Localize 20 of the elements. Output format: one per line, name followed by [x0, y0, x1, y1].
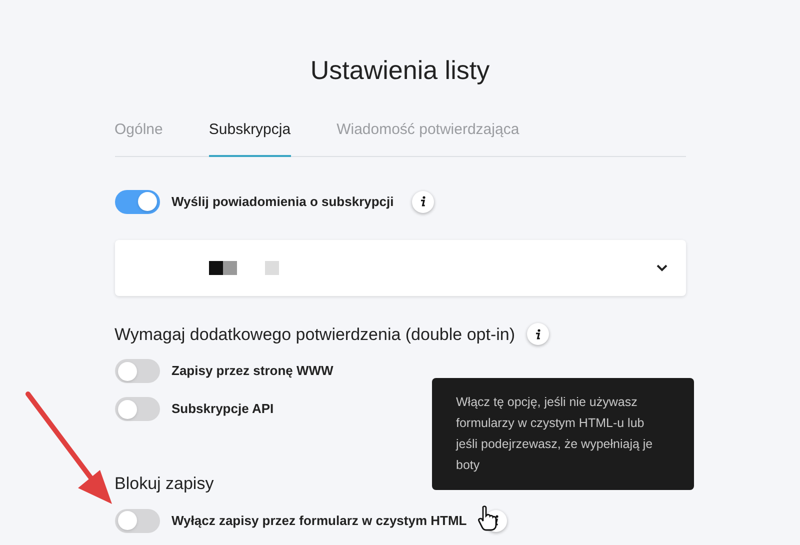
tooltip-text: Włącz tę opcję, jeśli nie używasz formularzy w czystym HTML-u lub jeśli podejrzewasz, że wypełniają je boty	[456, 394, 654, 474]
toggle-switch[interactable]	[114, 397, 160, 421]
info-icon[interactable]	[412, 190, 434, 212]
tab[interactable]: Wiadomość potwierdzająca	[336, 119, 520, 156]
section-heading: Blokuj zapisy	[114, 473, 214, 495]
toggle-switch[interactable]	[114, 508, 160, 532]
toggle-label: Wyślij powiadomienia o subskrypcji	[172, 192, 394, 211]
chevron-down-icon	[656, 264, 668, 272]
section-heading: Wymagaj dodatkowego potwierdzenia (double opt-in)	[114, 324, 516, 346]
select-field[interactable]	[114, 240, 686, 296]
toggle-label: Wyłącz zapisy przez formularz w czystym HTML	[172, 512, 467, 530]
page-title: Ustawienia listy	[309, 54, 491, 86]
toggle-label: Subskrypcje API	[172, 400, 274, 418]
toggle-switch[interactable]	[114, 190, 160, 214]
toggle-switch[interactable]	[114, 359, 160, 383]
tab[interactable]: Subskrypcja	[208, 119, 291, 156]
redacted-value-drawing	[208, 260, 278, 274]
tab[interactable]: Ogólne	[114, 119, 163, 156]
toggle-label: Zapisy przez stronę WWW	[172, 362, 334, 380]
info-icon[interactable]	[527, 323, 550, 346]
